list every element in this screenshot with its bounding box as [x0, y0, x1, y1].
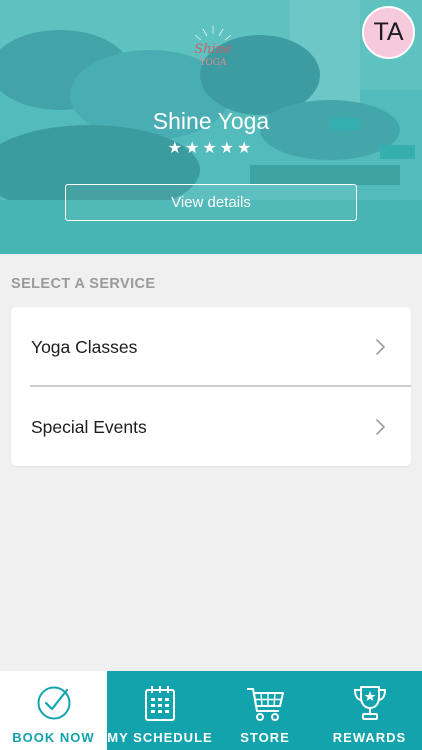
tab-book-now[interactable]: BOOK NOW: [0, 671, 107, 750]
calendar-icon: [145, 686, 175, 721]
service-list: Yoga Classes Special Events: [11, 307, 411, 466]
service-item-yoga-classes[interactable]: Yoga Classes: [11, 307, 411, 387]
tab-label: REWARDS: [332, 730, 407, 745]
studio-hero: Shine YOGA Shine Yoga ★★★★★ View details…: [0, 0, 422, 254]
checkmark-circle-icon: [37, 686, 70, 720]
service-item-special-events[interactable]: Special Events: [11, 387, 411, 466]
section-title: SELECT A SERVICE: [11, 276, 156, 292]
tab-bar: BOOK NOW MY SCHEDULE STORE REWARDS: [0, 671, 422, 750]
rating-stars: ★★★★★: [167, 138, 255, 157]
tab-label: BOOK NOW: [12, 730, 95, 745]
shine-yoga-logo: Shine YOGA: [194, 26, 232, 68]
view-details-button[interactable]: View details: [65, 184, 357, 221]
service-item-label: Special Events: [31, 416, 147, 437]
avatar[interactable]: TA: [362, 6, 415, 59]
trophy-icon: [353, 686, 386, 720]
tab-label: MY SCHEDULE: [107, 730, 213, 745]
tab-my-schedule[interactable]: MY SCHEDULE: [107, 671, 213, 750]
svg-text:YOGA: YOGA: [198, 58, 227, 68]
tab-label: STORE: [240, 730, 290, 745]
shopping-cart-icon: [247, 688, 284, 721]
chevron-right-icon: [376, 339, 385, 355]
studio-name: Shine Yoga: [152, 108, 270, 134]
service-item-label: Yoga Classes: [31, 336, 138, 357]
chevron-right-icon: [376, 419, 385, 435]
tab-rewards[interactable]: REWARDS: [317, 671, 422, 750]
tab-store[interactable]: STORE: [213, 671, 317, 750]
svg-text:Shine: Shine: [194, 42, 232, 57]
